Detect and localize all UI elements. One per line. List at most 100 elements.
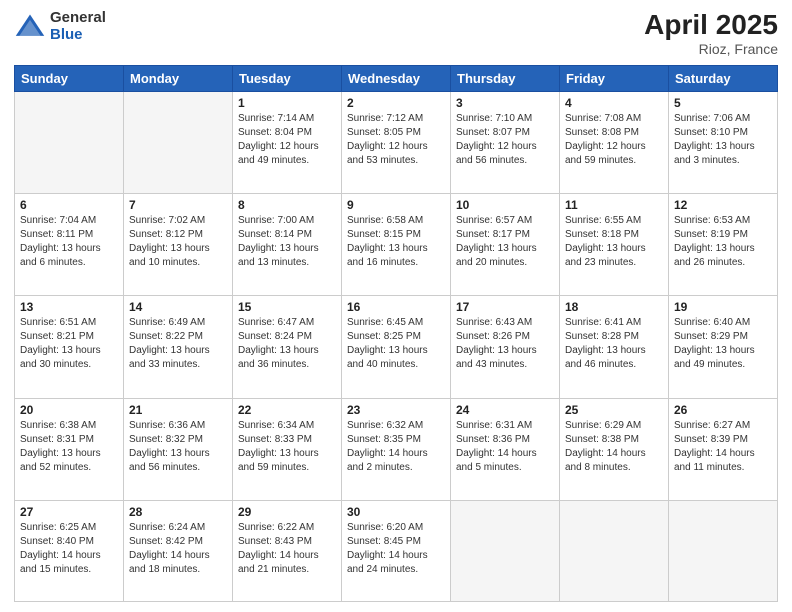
day-info: Sunrise: 6:51 AMSunset: 8:21 PMDaylight:… (20, 316, 118, 372)
calendar-cell: 28Sunrise: 6:24 AMSunset: 8:42 PMDayligh… (124, 500, 233, 601)
day-info: Sunrise: 6:34 AMSunset: 8:33 PMDaylight:… (238, 419, 336, 475)
day-info: Sunrise: 6:27 AMSunset: 8:39 PMDaylight:… (674, 419, 772, 475)
day-number: 29 (238, 505, 336, 519)
calendar-cell: 26 Sunrise: 6:27 AMSunset: 8:39 PMDayligh… (669, 398, 778, 500)
calendar-cell: 8Sunrise: 7:00 AMSunset: 8:14 PMDaylight… (233, 194, 342, 296)
calendar-cell: 30 Sunrise: 6:20 AMSunset: 8:45 PMDayligh… (342, 500, 451, 601)
day-info: Sunrise: 6:43 AMSunset: 8:26 PMDaylight:… (456, 316, 554, 372)
day-number: 26 (674, 403, 772, 417)
day-number: 22 (238, 403, 336, 417)
day-number: 23 (347, 403, 445, 417)
logo-general: General (50, 9, 106, 26)
day-number: 24 (456, 403, 554, 417)
day-number: 9 (347, 198, 445, 212)
day-info: Sunrise: 6:41 AMSunset: 8:28 PMDaylight:… (565, 316, 663, 372)
day-number: 30 (347, 505, 445, 519)
calendar-cell: 2 Sunrise: 7:12 AMSunset: 8:05 PMDaylight… (342, 91, 451, 193)
calendar-cell: 5 Sunrise: 7:06 AMSunset: 8:10 PMDaylight… (669, 91, 778, 193)
day-info: Sunrise: 7:04 AMSunset: 8:11 PMDaylight:… (20, 214, 118, 270)
calendar-cell: 14 Sunrise: 6:49 AMSunset: 8:22 PMDayligh… (124, 296, 233, 398)
day-info: Sunrise: 7:02 AMSunset: 8:12 PMDaylight:… (129, 214, 227, 270)
day-number: 8 (238, 198, 336, 212)
day-info: Sunrise: 6:40 AMSunset: 8:29 PMDaylight:… (674, 316, 772, 372)
day-info: Sunrise: 6:49 AMSunset: 8:22 PMDaylight:… (129, 316, 227, 372)
calendar-cell: 25 Sunrise: 6:29 AMSunset: 8:38 PMDayligh… (560, 398, 669, 500)
day-number: 27 (20, 505, 118, 519)
day-number: 25 (565, 403, 663, 417)
calendar-cell: 20 Sunrise: 6:38 AMSunset: 8:31 PMDayligh… (15, 398, 124, 500)
logo-icon (14, 11, 46, 43)
location: Rioz, France (644, 41, 778, 57)
day-info: Sunrise: 6:57 AMSunset: 8:17 PMDaylight:… (456, 214, 554, 270)
day-number: 17 (456, 300, 554, 314)
calendar-cell: 1 Sunrise: 7:14 AMSunset: 8:04 PMDaylight… (233, 91, 342, 193)
day-number: 20 (20, 403, 118, 417)
logo-blue: Blue (50, 26, 83, 43)
day-number: 21 (129, 403, 227, 417)
day-info: Sunrise: 6:25 AMSunset: 8:40 PMDaylight:… (20, 521, 118, 577)
day-number: 1 (238, 96, 336, 110)
day-info: Sunrise: 6:55 AMSunset: 8:18 PMDaylight:… (565, 214, 663, 270)
day-number: 6 (20, 198, 118, 212)
day-number: 18 (565, 300, 663, 314)
day-number: 4 (565, 96, 663, 110)
weekday-header: Thursday (451, 65, 560, 91)
calendar-cell: 7 Sunrise: 7:02 AMSunset: 8:12 PMDaylight… (124, 194, 233, 296)
day-number: 5 (674, 96, 772, 110)
weekday-header: Saturday (669, 65, 778, 91)
day-info: Sunrise: 6:29 AMSunset: 8:38 PMDaylight:… (565, 419, 663, 475)
calendar-cell: 24Sunrise: 6:31 AMSunset: 8:36 PMDayligh… (451, 398, 560, 500)
day-number: 12 (674, 198, 772, 212)
calendar-cell (669, 500, 778, 601)
calendar-cell: 16Sunrise: 6:45 AMSunset: 8:25 PMDayligh… (342, 296, 451, 398)
day-info: Sunrise: 6:58 AMSunset: 8:15 PMDaylight:… (347, 214, 445, 270)
day-info: Sunrise: 7:06 AMSunset: 8:10 PMDaylight:… (674, 112, 772, 168)
week-row: 13 Sunrise: 6:51 AMSunset: 8:21 PMDayligh… (15, 296, 778, 398)
weekday-header: Monday (124, 65, 233, 91)
calendar-cell: 13 Sunrise: 6:51 AMSunset: 8:21 PMDayligh… (15, 296, 124, 398)
day-info: Sunrise: 6:38 AMSunset: 8:31 PMDaylight:… (20, 419, 118, 475)
calendar-cell: 3Sunrise: 7:10 AMSunset: 8:07 PMDaylight… (451, 91, 560, 193)
week-row: 27 Sunrise: 6:25 AMSunset: 8:40 PMDayligh… (15, 500, 778, 601)
weekday-header: Tuesday (233, 65, 342, 91)
day-number: 14 (129, 300, 227, 314)
day-info: Sunrise: 7:12 AMSunset: 8:05 PMDaylight:… (347, 112, 445, 168)
day-info: Sunrise: 7:14 AMSunset: 8:04 PMDaylight:… (238, 112, 336, 168)
calendar-cell: 27 Sunrise: 6:25 AMSunset: 8:40 PMDayligh… (15, 500, 124, 601)
day-number: 7 (129, 198, 227, 212)
calendar-cell (451, 500, 560, 601)
calendar-cell (15, 91, 124, 193)
day-info: Sunrise: 6:22 AMSunset: 8:43 PMDaylight:… (238, 521, 336, 577)
calendar-cell: 12 Sunrise: 6:53 AMSunset: 8:19 PMDayligh… (669, 194, 778, 296)
day-info: Sunrise: 7:08 AMSunset: 8:08 PMDaylight:… (565, 112, 663, 168)
calendar-cell: 9 Sunrise: 6:58 AMSunset: 8:15 PMDaylight… (342, 194, 451, 296)
weekday-header-row: SundayMondayTuesdayWednesdayThursdayFrid… (15, 65, 778, 91)
calendar-cell: 15Sunrise: 6:47 AMSunset: 8:24 PMDayligh… (233, 296, 342, 398)
calendar-cell: 11 Sunrise: 6:55 AMSunset: 8:18 PMDayligh… (560, 194, 669, 296)
calendar-cell: 10Sunrise: 6:57 AMSunset: 8:17 PMDayligh… (451, 194, 560, 296)
calendar-cell: 18 Sunrise: 6:41 AMSunset: 8:28 PMDayligh… (560, 296, 669, 398)
day-number: 3 (456, 96, 554, 110)
calendar-cell: 19Sunrise: 6:40 AMSunset: 8:29 PMDayligh… (669, 296, 778, 398)
calendar-cell: 17 Sunrise: 6:43 AMSunset: 8:26 PMDayligh… (451, 296, 560, 398)
calendar-table: SundayMondayTuesdayWednesdayThursdayFrid… (14, 65, 778, 602)
weekday-header: Friday (560, 65, 669, 91)
day-number: 13 (20, 300, 118, 314)
day-info: Sunrise: 6:53 AMSunset: 8:19 PMDaylight:… (674, 214, 772, 270)
month-title: April 2025 (644, 10, 778, 41)
calendar-cell (124, 91, 233, 193)
day-number: 2 (347, 96, 445, 110)
logo-text: General Blue (50, 10, 106, 43)
day-number: 15 (238, 300, 336, 314)
day-number: 11 (565, 198, 663, 212)
calendar-cell: 6 Sunrise: 7:04 AMSunset: 8:11 PMDaylight… (15, 194, 124, 296)
header: General Blue April 2025 Rioz, France (14, 10, 778, 57)
week-row: 1 Sunrise: 7:14 AMSunset: 8:04 PMDaylight… (15, 91, 778, 193)
day-info: Sunrise: 6:32 AMSunset: 8:35 PMDaylight:… (347, 419, 445, 475)
day-info: Sunrise: 6:45 AMSunset: 8:25 PMDaylight:… (347, 316, 445, 372)
day-info: Sunrise: 6:20 AMSunset: 8:45 PMDaylight:… (347, 521, 445, 577)
calendar-cell: 4 Sunrise: 7:08 AMSunset: 8:08 PMDaylight… (560, 91, 669, 193)
day-number: 28 (129, 505, 227, 519)
day-info: Sunrise: 6:36 AMSunset: 8:32 PMDaylight:… (129, 419, 227, 475)
calendar-cell: 29 Sunrise: 6:22 AMSunset: 8:43 PMDayligh… (233, 500, 342, 601)
